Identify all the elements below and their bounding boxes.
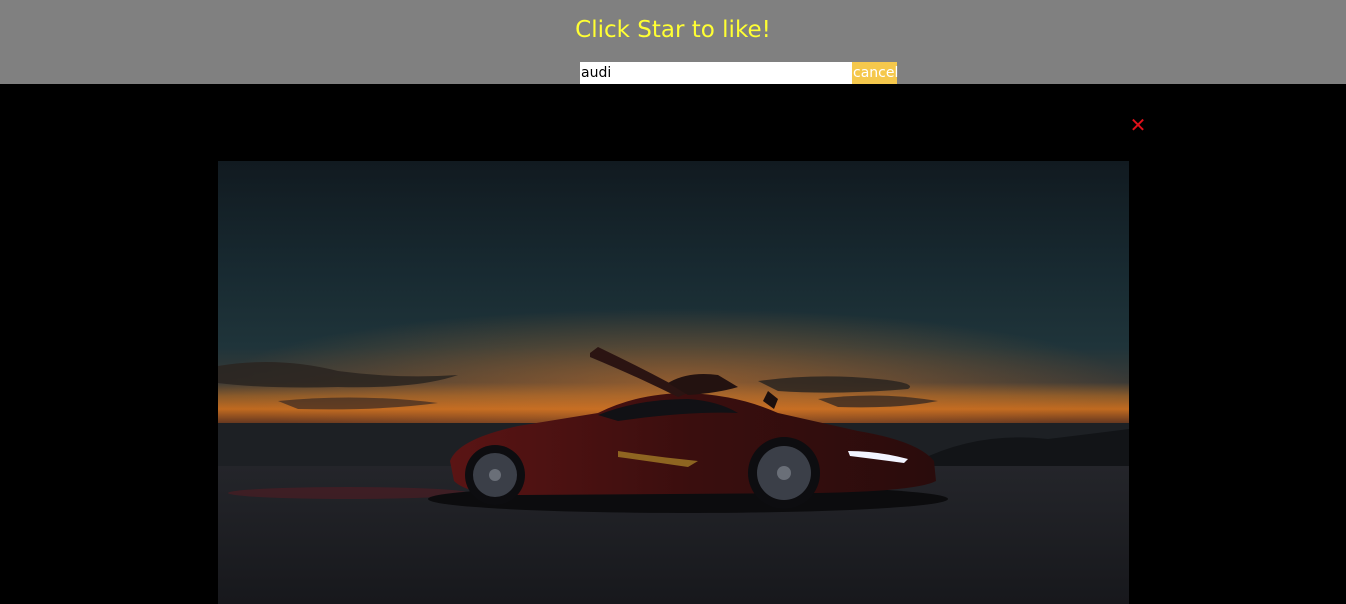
- search-row: cancel: [580, 62, 898, 84]
- close-icon[interactable]: ✕: [1128, 114, 1148, 136]
- car-photo: [218, 161, 1129, 604]
- search-input[interactable]: [580, 62, 852, 84]
- page-title: Click Star to like!: [575, 17, 771, 43]
- cancel-button[interactable]: cancel: [852, 62, 898, 84]
- header-bar: Click Star to like! cancel: [0, 0, 1346, 84]
